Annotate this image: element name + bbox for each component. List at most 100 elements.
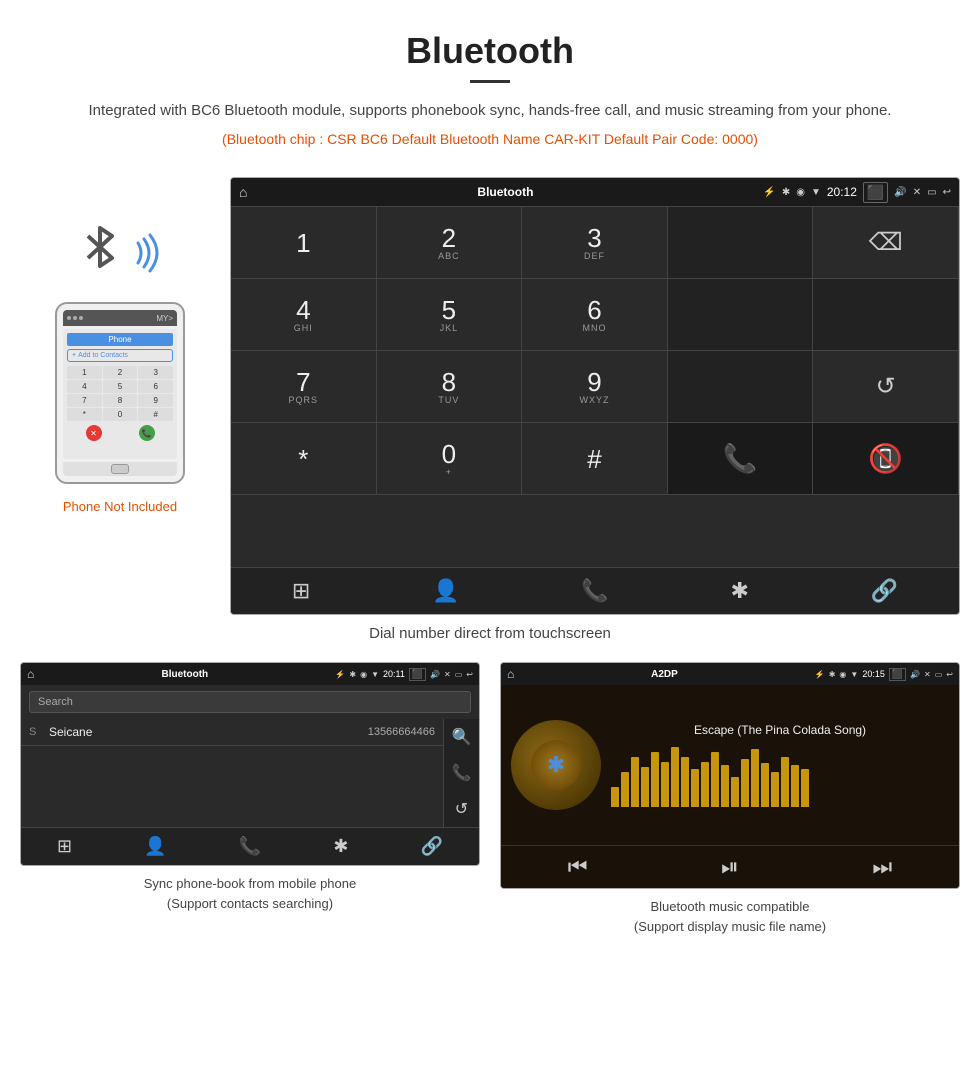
phone-key-8[interactable]: 8 — [103, 394, 138, 407]
dial-sub-9: WXYZ — [579, 395, 609, 405]
volume-icon[interactable]: 🔊 — [894, 187, 906, 198]
time-display: 20:12 — [827, 185, 857, 199]
car-status-bar: ⌂ Bluetooth ⚡ ✱ ◉ ▼ 20:12 ⬛ 🔊 ✕ ▭ ↩ — [231, 178, 959, 206]
window-icon[interactable]: ▭ — [927, 187, 936, 198]
play-pause-icon[interactable]: ⏯ — [721, 854, 739, 880]
home-icon[interactable]: ⌂ — [239, 184, 247, 200]
link-icon[interactable]: 🔗 — [871, 578, 898, 604]
mu-close-icon[interactable]: ✕ — [924, 670, 931, 679]
dial-key-end-call[interactable]: 📵 — [813, 423, 959, 495]
phone-carrier: MY> — [156, 314, 173, 323]
contact-row[interactable]: S Seicane 13566664466 — [21, 719, 443, 746]
phone-key-5[interactable]: 5 — [103, 380, 138, 393]
pb-call-action-icon[interactable]: 📞 — [452, 763, 472, 783]
dial-key-4[interactable]: 4 GHI — [231, 279, 377, 351]
bt-wifi-container — [80, 217, 160, 287]
car-head-unit-display: ⌂ Bluetooth ⚡ ✱ ◉ ▼ 20:12 ⬛ 🔊 ✕ ▭ ↩ 1 2 … — [230, 177, 960, 615]
dial-sub-6: MNO — [582, 323, 606, 333]
back-icon[interactable]: ↩ — [943, 187, 951, 198]
pb-bottom-contacts-icon[interactable]: 👤 — [144, 836, 166, 857]
dial-key-0[interactable]: 0 + — [377, 423, 523, 495]
dial-num-1: 1 — [296, 230, 310, 256]
dialpad-grid-icon[interactable]: ⊞ — [292, 578, 310, 604]
phonebook-search-bar[interactable]: Search — [29, 691, 471, 713]
pb-search-action-icon[interactable]: 🔍 — [452, 727, 472, 747]
music-panel: ⌂ A2DP ⚡ ✱ ◉ ▼ 20:15 ⬛ 🔊 ✕ ▭ ↩ ✱ — [500, 662, 960, 936]
dial-key-hash[interactable]: # — [522, 423, 668, 495]
pb-bottom-link-icon[interactable]: 🔗 — [421, 836, 443, 857]
phone-call-btn[interactable]: 📞 — [139, 425, 155, 441]
mu-vol-icon[interactable]: 🔊 — [910, 670, 920, 679]
prev-track-icon[interactable]: ⏮ — [568, 854, 588, 880]
phone-key-7[interactable]: 7 — [67, 394, 102, 407]
mu-time: 20:15 — [862, 669, 885, 679]
bluetooth-large-icon — [80, 222, 120, 272]
mu-home-icon[interactable]: ⌂ — [507, 667, 514, 681]
dial-key-refresh[interactable]: ↺ — [813, 351, 959, 423]
dial-num-hash: # — [587, 446, 601, 472]
phonebook-status-bar: ⌂ Bluetooth ⚡ ✱ ◉ ▼ 20:11 ⬛ 🔊 ✕ ▭ ↩ — [21, 663, 479, 685]
eq-bar — [751, 749, 759, 807]
phone-key-4[interactable]: 4 — [67, 380, 102, 393]
phone-end-call-btn[interactable]: ✕ — [86, 425, 102, 441]
eq-bar — [661, 762, 669, 807]
mu-cam-icon[interactable]: ⬛ — [889, 668, 906, 681]
eq-bar — [741, 759, 749, 807]
pb-refresh-action-icon[interactable]: ↺ — [455, 799, 468, 819]
phone-key-3[interactable]: 3 — [138, 366, 173, 379]
dial-key-8[interactable]: 8 TUV — [377, 351, 523, 423]
dial-cell-empty-2 — [668, 279, 814, 351]
phone-key-1[interactable]: 1 — [67, 366, 102, 379]
dial-key-1[interactable]: 1 — [231, 207, 377, 279]
dial-key-star[interactable]: * — [231, 423, 377, 495]
close-icon[interactable]: ✕ — [913, 187, 921, 198]
music-caption-line2: (Support display music file name) — [634, 919, 826, 934]
pb-home-icon[interactable]: ⌂ — [27, 667, 34, 681]
camera-icon[interactable]: ⬛ — [863, 182, 888, 203]
song-title: Escape (The Pina Colada Song) — [611, 723, 949, 737]
phone-icon[interactable]: 📞 — [581, 578, 608, 604]
mu-win-icon[interactable]: ▭ — [935, 670, 943, 679]
dial-cell-empty-1 — [668, 207, 814, 279]
phone-key-9[interactable]: 9 — [138, 394, 173, 407]
dial-key-9[interactable]: 9 WXYZ — [522, 351, 668, 423]
dial-num-9: 9 — [587, 369, 601, 395]
pb-vol-icon[interactable]: 🔊 — [430, 670, 440, 679]
pb-back-icon[interactable]: ↩ — [466, 670, 473, 679]
bluetooth-icon[interactable]: ✱ — [730, 578, 748, 604]
phone-key-star[interactable]: * — [67, 408, 102, 421]
pb-win-icon[interactable]: ▭ — [455, 670, 463, 679]
phone-dot-2 — [73, 316, 77, 320]
phone-key-0[interactable]: 0 — [103, 408, 138, 421]
phone-key-6[interactable]: 6 — [138, 380, 173, 393]
pb-bottom-bt-icon[interactable]: ✱ — [333, 836, 348, 857]
phone-home-button[interactable] — [111, 464, 129, 474]
dial-key-7[interactable]: 7 PQRS — [231, 351, 377, 423]
phone-dialpad: 1 2 3 4 5 6 7 8 9 * 0 # — [67, 366, 173, 421]
dial-key-6[interactable]: 6 MNO — [522, 279, 668, 351]
pb-bottom-phone-icon[interactable]: 📞 — [239, 836, 261, 857]
contact-letter: S — [29, 726, 43, 738]
page-header: Bluetooth Integrated with BC6 Bluetooth … — [0, 0, 980, 177]
dial-key-backspace[interactable]: ⌫ — [813, 207, 959, 279]
pb-usb-icon: ⚡ — [335, 670, 345, 679]
dial-key-2[interactable]: 2 ABC — [377, 207, 523, 279]
dial-key-call[interactable]: 📞 — [668, 423, 814, 495]
phonebook-caption-line1: Sync phone-book from mobile phone — [144, 876, 356, 891]
eq-bar — [611, 787, 619, 807]
phonebook-panel: ⌂ Bluetooth ⚡ ✱ ◉ ▼ 20:11 ⬛ 🔊 ✕ ▭ ↩ Sear… — [20, 662, 480, 936]
pb-close-icon[interactable]: ✕ — [444, 670, 451, 679]
album-art: ✱ — [511, 720, 601, 810]
mu-bt-icon: ✱ — [829, 670, 836, 679]
call-icon: 📞 — [723, 442, 758, 475]
pb-bottom-grid-icon[interactable]: ⊞ — [57, 836, 72, 857]
phone-key-2[interactable]: 2 — [103, 366, 138, 379]
contacts-icon[interactable]: 👤 — [432, 578, 459, 604]
dial-key-3[interactable]: 3 DEF — [522, 207, 668, 279]
dial-num-4: 4 — [296, 297, 310, 323]
phone-key-hash[interactable]: # — [138, 408, 173, 421]
next-track-icon[interactable]: ⏭ — [872, 854, 892, 880]
pb-cam-icon[interactable]: ⬛ — [409, 668, 426, 681]
dial-key-5[interactable]: 5 JKL — [377, 279, 523, 351]
mu-back-icon[interactable]: ↩ — [946, 670, 953, 679]
